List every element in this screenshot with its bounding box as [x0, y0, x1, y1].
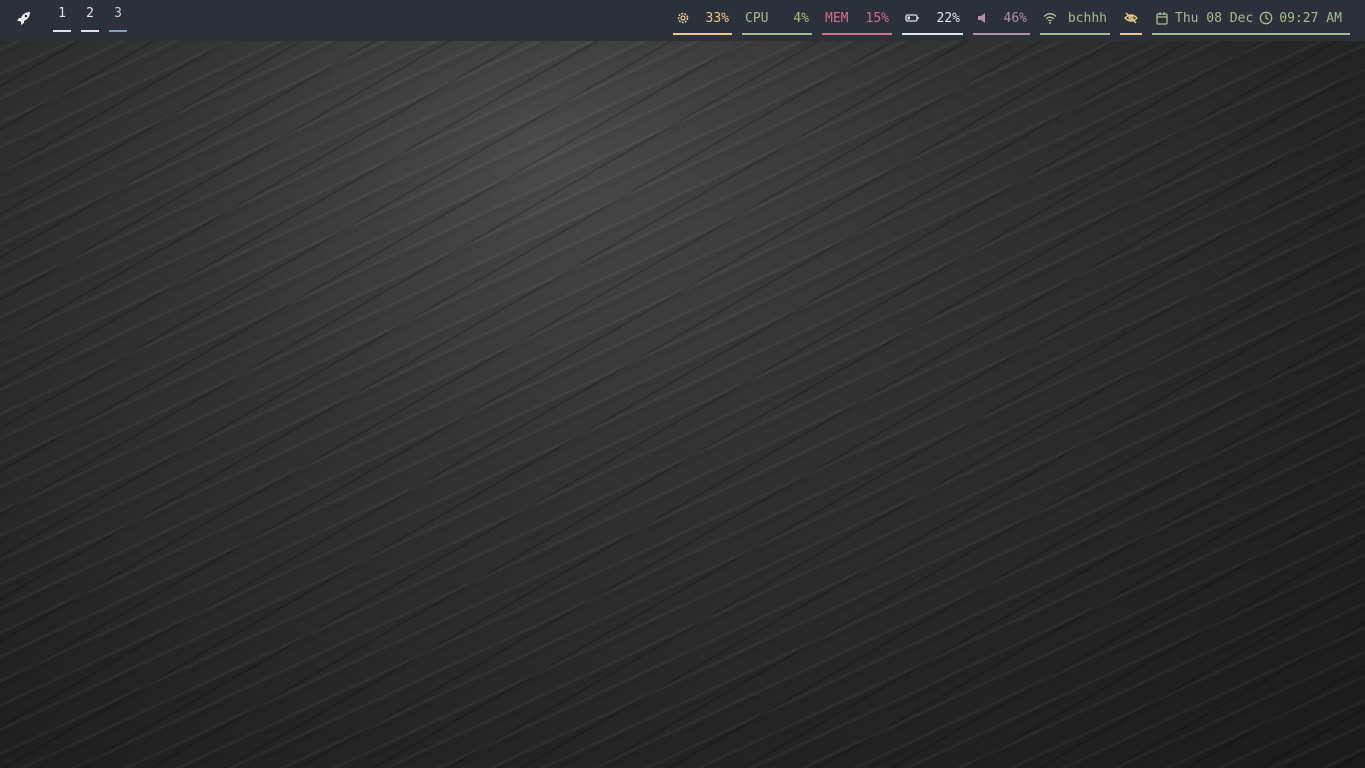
module-underline: [1152, 33, 1350, 35]
workspace-underline: [81, 30, 99, 32]
privacy-module[interactable]: [1120, 0, 1142, 36]
date-text: Thu 08 Dec: [1175, 11, 1253, 26]
workspace-underline: [53, 30, 71, 32]
memory-module[interactable]: MEM 15%: [822, 0, 892, 36]
clock-icon: [1259, 11, 1273, 25]
workspace-label: 3: [109, 6, 127, 22]
module-underline: [973, 33, 1030, 35]
module-underline: [742, 33, 812, 35]
cpu-value: 4%: [793, 11, 809, 26]
eye-slash-icon: [1124, 11, 1138, 25]
speaker-icon: [976, 11, 990, 25]
module-underline: [673, 33, 732, 35]
module-underline: [902, 33, 963, 35]
workspace-3-active[interactable]: 3: [109, 6, 127, 32]
cpu-label: CPU: [745, 11, 768, 26]
brightness-value: 33%: [706, 11, 729, 26]
battery-module[interactable]: 22%: [902, 0, 963, 36]
workspace-1[interactable]: 1: [53, 6, 71, 32]
volume-value: 46%: [1004, 11, 1027, 26]
workspace-2[interactable]: 2: [81, 6, 99, 32]
desktop-wallpaper: [0, 0, 1365, 768]
cpu-module[interactable]: CPU 4%: [742, 0, 812, 36]
time-text: 09:27 AM: [1279, 11, 1342, 26]
wifi-ssid: bchhh: [1068, 11, 1107, 26]
battery-value: 22%: [937, 11, 960, 26]
volume-module[interactable]: 46%: [973, 0, 1030, 36]
workspace-underline: [109, 30, 127, 32]
rocket-launcher-icon[interactable]: [15, 9, 33, 27]
top-bar: 1 2 3 33% CPU 4% MEM 15% 22% 46% bchhh T…: [0, 0, 1365, 41]
wifi-icon: [1043, 11, 1057, 25]
clock-module[interactable]: Thu 08 Dec 09:27 AM: [1152, 0, 1350, 36]
battery-icon: [905, 11, 919, 25]
brightness-gear-icon: [676, 11, 690, 25]
memory-label: MEM: [825, 11, 848, 26]
calendar-icon: [1155, 11, 1169, 25]
module-underline: [1040, 33, 1110, 35]
module-underline: [1120, 33, 1142, 35]
workspace-label: 1: [53, 6, 71, 22]
network-module[interactable]: bchhh: [1040, 0, 1110, 36]
module-underline: [822, 33, 892, 35]
memory-value: 15%: [866, 11, 889, 26]
brightness-module[interactable]: 33%: [673, 0, 732, 36]
workspace-label: 2: [81, 6, 99, 22]
